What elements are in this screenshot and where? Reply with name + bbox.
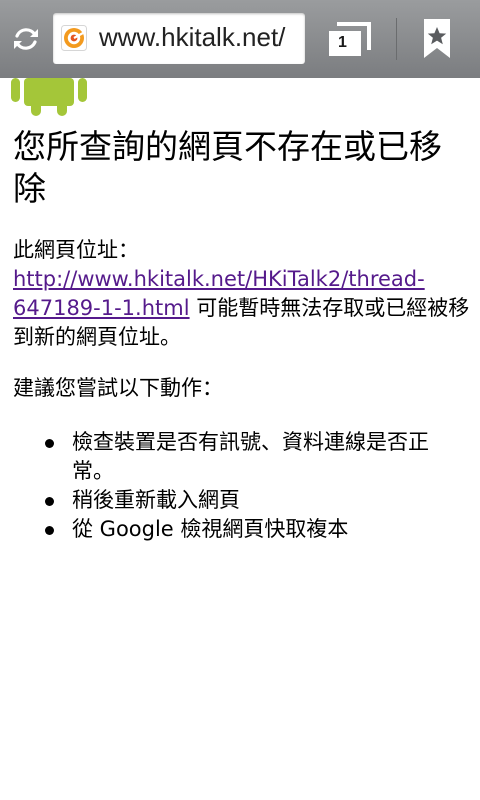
site-favicon-icon	[61, 25, 87, 51]
suggestion-text: 從 Google 檢視網頁快取複本	[72, 517, 349, 541]
suggestion-text: 稍後重新載入網頁	[72, 488, 240, 512]
reload-button[interactable]	[6, 19, 46, 59]
list-item: 檢查裝置是否有訊號、資料連線是否正常。	[0, 428, 480, 486]
bookmark-button[interactable]	[419, 18, 455, 60]
suggest-heading: 建議您嘗試以下動作：	[13, 376, 223, 400]
list-item: 稍後重新載入網頁	[0, 486, 480, 515]
list-item: 從 Google 檢視網頁快取複本	[0, 515, 480, 544]
browser-toolbar: www.hkitalk.net/ 1	[0, 0, 480, 78]
bullet-icon	[45, 497, 54, 506]
address-bar[interactable]: www.hkitalk.net/	[53, 13, 305, 64]
url-text: www.hkitalk.net/	[99, 22, 286, 52]
suggestion-text: 檢查裝置是否有訊號、資料連線是否正常。	[72, 430, 429, 483]
address-prefix: 此網頁位址：	[13, 238, 139, 262]
android-logo-icon	[11, 78, 87, 116]
web-page-content: 您所查詢的網頁不存在或已移除 此網頁位址：http://www.hkitalk.…	[0, 78, 480, 800]
address-paragraph: 此網頁位址：http://www.hkitalk.net/HKiTalk2/th…	[13, 236, 480, 352]
toolbar-divider	[396, 18, 397, 60]
reload-icon	[14, 28, 38, 50]
suggestion-list: 檢查裝置是否有訊號、資料連線是否正常。 稍後重新載入網頁 從 Google 檢視…	[0, 428, 480, 544]
bullet-icon	[45, 526, 54, 535]
tab-count: 1	[338, 34, 347, 51]
page-title: 您所查詢的網頁不存在或已移除	[13, 127, 442, 208]
tabs-icon	[329, 22, 371, 56]
tabs-button[interactable]: 1	[325, 18, 373, 58]
bookmark-star-icon	[424, 19, 450, 58]
bullet-icon	[45, 439, 54, 448]
